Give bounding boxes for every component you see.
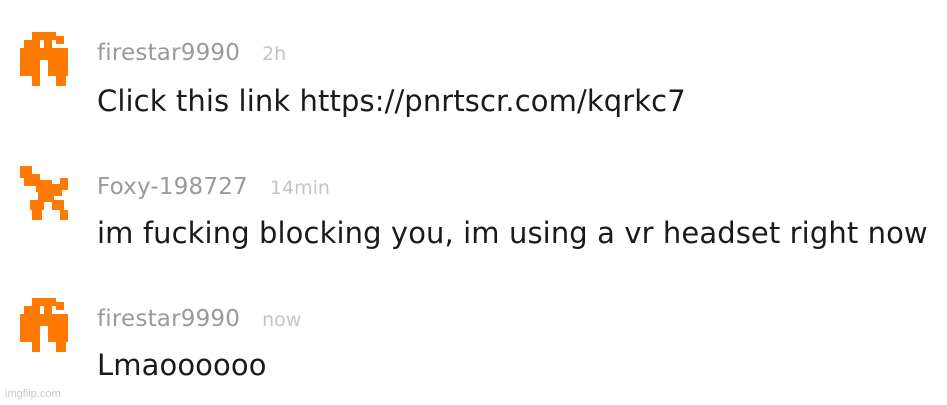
pixel-avatar-icon (20, 298, 68, 352)
user-avatar[interactable] (20, 298, 68, 354)
comment-meta: firestar9990 now (97, 306, 301, 332)
username[interactable]: firestar9990 (97, 306, 240, 332)
user-avatar[interactable] (20, 32, 68, 88)
comment-meta: Foxy-198727 14min (97, 174, 330, 200)
timestamp: 14min (269, 177, 330, 199)
watermark: imgflip.com (5, 388, 61, 400)
pixel-avatar-icon (20, 32, 68, 86)
timestamp: 2h (262, 43, 287, 65)
username[interactable]: Foxy-198727 (97, 174, 248, 200)
timestamp: now (262, 309, 302, 331)
comment-text: Lmaoooooo (97, 348, 267, 382)
comment-text: Click this link https://pnrtscr.com/kqrk… (97, 84, 686, 118)
username[interactable]: firestar9990 (97, 40, 240, 66)
comment-text: im fucking blocking you, im using a vr h… (97, 216, 928, 250)
comment-meta: firestar9990 2h (97, 40, 286, 66)
pixel-avatar-icon (20, 166, 68, 220)
user-avatar[interactable] (20, 166, 68, 222)
